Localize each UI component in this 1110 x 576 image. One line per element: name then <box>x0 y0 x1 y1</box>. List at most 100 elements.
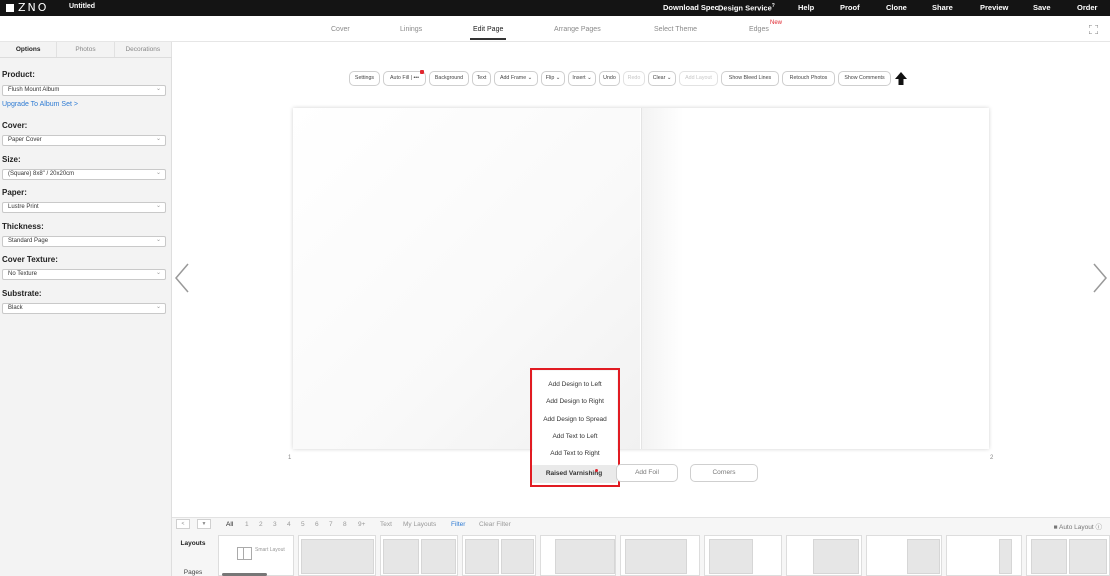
size-value: (Square) 8x8" / 20x20cm <box>8 171 75 177</box>
side-tab-layouts[interactable]: Layouts <box>172 540 214 547</box>
layout-thumbnail[interactable] <box>298 535 376 576</box>
smart-layout-label: Smart Layout <box>255 547 285 553</box>
arrow-up-icon[interactable] <box>894 71 908 86</box>
filter-9-plus[interactable]: 9+ <box>358 521 365 528</box>
tab-linings[interactable]: Linings <box>400 26 422 33</box>
layout-thumbnail[interactable] <box>866 535 942 576</box>
chevron-down-icon: ⌄ <box>155 270 161 276</box>
substrate-select[interactable]: Black ⌄ <box>2 303 166 314</box>
prev-page-arrow[interactable] <box>172 262 192 294</box>
filter-4[interactable]: 4 <box>287 521 291 528</box>
tab-edges[interactable]: Edges <box>749 26 769 33</box>
auto-layout-toggle[interactable]: ■ Auto Layout ⓘ <box>1054 521 1102 531</box>
size-select[interactable]: (Square) 8x8" / 20x20cm ⌄ <box>2 169 166 180</box>
add-foil-button[interactable]: Add Foil <box>616 464 678 482</box>
filter-1[interactable]: 1 <box>245 521 249 528</box>
photo-placeholder <box>465 539 499 574</box>
corners-button[interactable]: Corners <box>690 464 758 482</box>
filter-text[interactable]: Text <box>380 521 392 528</box>
layout-thumbnail[interactable] <box>704 535 782 576</box>
photo-placeholder <box>1031 539 1067 574</box>
right-page-number: 2 <box>990 455 994 461</box>
insert-button[interactable]: Insert ⌄ <box>568 71 596 86</box>
chevron-down-icon: ⌄ <box>155 237 161 243</box>
clear-button[interactable]: Clear ⌄ <box>648 71 676 86</box>
nav-order[interactable]: Order <box>1077 3 1097 12</box>
tab-edit-page[interactable]: Edit Page <box>469 26 507 40</box>
substrate-label: Substrate: <box>2 289 42 298</box>
substrate-value: Black <box>8 305 23 311</box>
nav-clone[interactable]: Clone <box>886 3 907 12</box>
filter-6[interactable]: 6 <box>315 521 319 528</box>
retouch-photos-button[interactable]: Retouch Photos <box>782 71 835 86</box>
add-layout-button[interactable]: Add Layout <box>679 71 718 86</box>
nav-help[interactable]: Help <box>798 3 814 12</box>
tab-cover[interactable]: Cover <box>331 26 350 33</box>
filter-8[interactable]: 8 <box>343 521 347 528</box>
chevron-down-icon: ⌄ <box>155 203 161 209</box>
nav-preview[interactable]: Preview <box>980 3 1008 12</box>
cover-label: Cover: <box>2 121 28 130</box>
side-tab-pages[interactable]: Pages <box>172 569 214 576</box>
show-bleed-lines-button[interactable]: Show Bleed Lines <box>721 71 779 86</box>
photo-placeholder <box>383 539 419 574</box>
collapse-left-icon[interactable]: < <box>176 519 190 529</box>
filter-all[interactable]: All <box>226 521 233 528</box>
tab-photos[interactable]: Photos <box>57 42 115 57</box>
fullscreen-icon[interactable] <box>1088 24 1099 35</box>
layout-thumbnail[interactable] <box>462 535 536 576</box>
photo-placeholder <box>709 539 753 574</box>
nav-design-service[interactable]: Design Service? <box>718 3 775 13</box>
filter-button[interactable]: Filter <box>451 521 465 528</box>
nav-proof[interactable]: Proof <box>840 3 860 12</box>
cover-texture-label: Cover Texture: <box>2 255 58 264</box>
nav-save[interactable]: Save <box>1033 3 1051 12</box>
filter-3[interactable]: 3 <box>273 521 277 528</box>
clear-filter-button[interactable]: Clear Filter <box>479 521 511 528</box>
filter-7[interactable]: 7 <box>329 521 333 528</box>
show-comments-button[interactable]: Show Comments <box>838 71 891 86</box>
tab-options[interactable]: Options <box>0 42 58 57</box>
layout-thumbnail[interactable] <box>1026 535 1110 576</box>
product-select[interactable]: Flush Mount Album ⌄ <box>2 85 166 96</box>
text-button[interactable]: Text <box>472 71 491 86</box>
zno-logo[interactable]: ZNO <box>6 1 48 14</box>
undo-button[interactable]: Undo <box>599 71 620 86</box>
panel-tabs: Options Photos Decorations <box>0 42 172 58</box>
tab-decorations[interactable]: Decorations <box>115 42 172 57</box>
next-page-arrow[interactable] <box>1090 262 1110 294</box>
thickness-select[interactable]: Standard Page ⌄ <box>2 236 166 247</box>
layout-thumbnail[interactable] <box>786 535 862 576</box>
layout-thumbnail[interactable] <box>946 535 1022 576</box>
auto-layout-label: Auto Layout <box>1058 524 1094 531</box>
upgrade-album-set-link[interactable]: Upgrade To Album Set > <box>2 101 78 108</box>
settings-button[interactable]: Settings <box>349 71 380 86</box>
cover-select[interactable]: Paper Cover ⌄ <box>2 135 166 146</box>
smart-layout-card[interactable]: Smart Layout <box>218 535 294 576</box>
layout-thumbnail[interactable] <box>620 535 700 576</box>
new-badge: New <box>770 20 783 26</box>
tab-arrange-pages[interactable]: Arrange Pages <box>554 26 601 33</box>
paper-select[interactable]: Lustre Print ⌄ <box>2 202 166 213</box>
tab-select-theme[interactable]: Select Theme <box>654 26 697 33</box>
background-button[interactable]: Background <box>429 71 469 86</box>
filter-my-layouts[interactable]: My Layouts <box>403 521 436 528</box>
page-spread[interactable] <box>293 108 989 449</box>
nav-share[interactable]: Share <box>932 3 953 12</box>
cover-texture-select[interactable]: No Texture ⌄ <box>2 269 166 280</box>
right-page[interactable] <box>641 108 989 449</box>
add-frame-button[interactable]: Add Frame ⌄ <box>494 71 538 86</box>
filter-5[interactable]: 5 <box>301 521 305 528</box>
nav-download-spec[interactable]: Download Spec <box>663 3 719 12</box>
filter-2[interactable]: 2 <box>259 521 263 528</box>
photo-placeholder <box>501 539 534 574</box>
flip-button[interactable]: Flip ⌄ <box>541 71 565 86</box>
chevron-down-icon[interactable]: ▼ <box>197 519 211 529</box>
layout-thumbnail[interactable] <box>380 535 458 576</box>
redo-button[interactable]: Redo <box>623 71 645 86</box>
logo-text: ZNO <box>18 1 49 14</box>
auto-fill-button[interactable]: Auto Fill | ••• <box>383 70 426 86</box>
layout-thumbnail[interactable] <box>540 535 616 576</box>
left-page-number: 1 <box>288 455 292 461</box>
document-title[interactable]: Untitled <box>69 3 95 10</box>
